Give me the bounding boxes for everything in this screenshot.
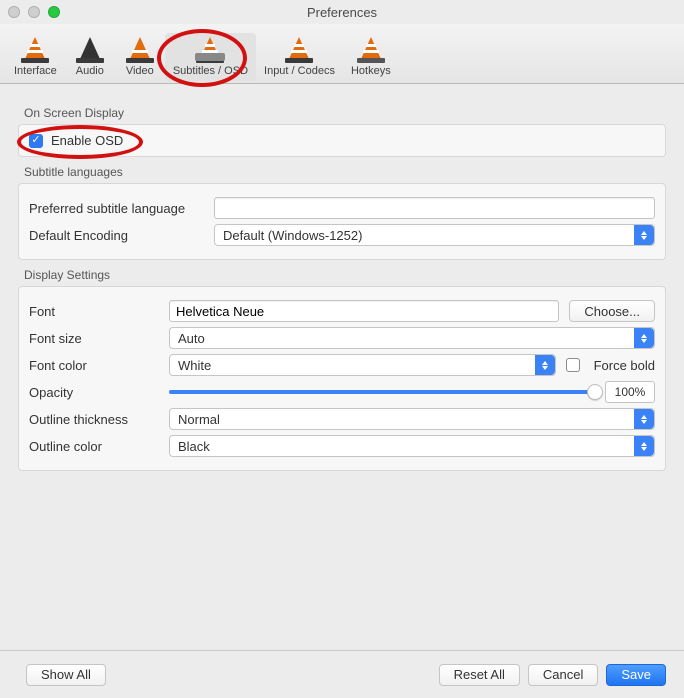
- tab-label: Interface: [14, 65, 57, 77]
- cancel-button[interactable]: Cancel: [528, 664, 598, 686]
- font-input[interactable]: [169, 300, 559, 322]
- tab-input-codecs[interactable]: Input / Codecs: [256, 33, 343, 81]
- select-value: White: [178, 358, 211, 373]
- section-title-display: Display Settings: [24, 268, 666, 282]
- enable-osd-label: Enable OSD: [51, 133, 123, 148]
- select-value: Black: [178, 439, 210, 454]
- titlebar: Preferences: [0, 0, 684, 24]
- tab-label: Subtitles / OSD: [173, 65, 248, 77]
- subtitles-icon: [193, 35, 227, 63]
- tab-label: Hotkeys: [351, 65, 391, 77]
- window-title: Preferences: [0, 5, 684, 20]
- font-color-select[interactable]: White: [169, 354, 556, 376]
- select-value: Normal: [178, 412, 220, 427]
- opacity-value: 100%: [605, 381, 655, 403]
- opacity-label: Opacity: [29, 385, 159, 400]
- tab-hotkeys[interactable]: Hotkeys: [343, 33, 399, 81]
- enable-osd-checkbox[interactable]: [29, 134, 43, 148]
- pref-lang-label: Preferred subtitle language: [29, 201, 204, 216]
- select-caret-icon: [634, 328, 654, 348]
- audio-icon: [73, 35, 107, 63]
- preferences-content: On Screen Display Enable OSD Subtitle la…: [0, 84, 684, 471]
- outline-thickness-label: Outline thickness: [29, 412, 159, 427]
- preferences-toolbar: Interface Audio Video Subtitles / OSD In…: [0, 24, 684, 84]
- osd-panel: Enable OSD: [18, 124, 666, 157]
- section-title-langs: Subtitle languages: [24, 165, 666, 179]
- select-caret-icon: [634, 225, 654, 245]
- force-bold-checkbox[interactable]: [566, 358, 580, 372]
- select-caret-icon: [535, 355, 555, 375]
- display-panel: Font Choose... Font size Auto Font color…: [18, 286, 666, 471]
- font-label: Font: [29, 304, 159, 319]
- interface-icon: [18, 35, 52, 63]
- default-encoding-label: Default Encoding: [29, 228, 204, 243]
- select-caret-icon: [634, 409, 654, 429]
- save-button[interactable]: Save: [606, 664, 666, 686]
- choose-font-button[interactable]: Choose...: [569, 300, 655, 322]
- select-caret-icon: [634, 436, 654, 456]
- default-encoding-select[interactable]: Default (Windows-1252): [214, 224, 655, 246]
- select-value: Auto: [178, 331, 205, 346]
- slider-thumb[interactable]: [587, 384, 603, 400]
- opacity-slider[interactable]: [169, 390, 595, 394]
- tab-label: Input / Codecs: [264, 65, 335, 77]
- font-size-label: Font size: [29, 331, 159, 346]
- video-icon: [123, 35, 157, 63]
- pref-lang-input[interactable]: [214, 197, 655, 219]
- outline-color-label: Outline color: [29, 439, 159, 454]
- footer-bar: Show All Reset All Cancel Save: [0, 650, 684, 698]
- tab-label: Video: [126, 65, 154, 77]
- tab-label: Audio: [76, 65, 104, 77]
- tab-subtitles-osd[interactable]: Subtitles / OSD: [165, 33, 256, 81]
- hotkeys-icon: [354, 35, 388, 63]
- show-all-button[interactable]: Show All: [26, 664, 106, 686]
- font-color-label: Font color: [29, 358, 159, 373]
- langs-panel: Preferred subtitle language Default Enco…: [18, 183, 666, 260]
- select-value: Default (Windows-1252): [223, 228, 362, 243]
- outline-color-select[interactable]: Black: [169, 435, 655, 457]
- outline-thickness-select[interactable]: Normal: [169, 408, 655, 430]
- tab-audio[interactable]: Audio: [65, 33, 115, 81]
- font-size-select[interactable]: Auto: [169, 327, 655, 349]
- tab-interface[interactable]: Interface: [6, 33, 65, 81]
- force-bold-label: Force bold: [594, 358, 655, 373]
- reset-all-button[interactable]: Reset All: [439, 664, 520, 686]
- tab-video[interactable]: Video: [115, 33, 165, 81]
- input-codecs-icon: [282, 35, 316, 63]
- section-title-osd: On Screen Display: [24, 106, 666, 120]
